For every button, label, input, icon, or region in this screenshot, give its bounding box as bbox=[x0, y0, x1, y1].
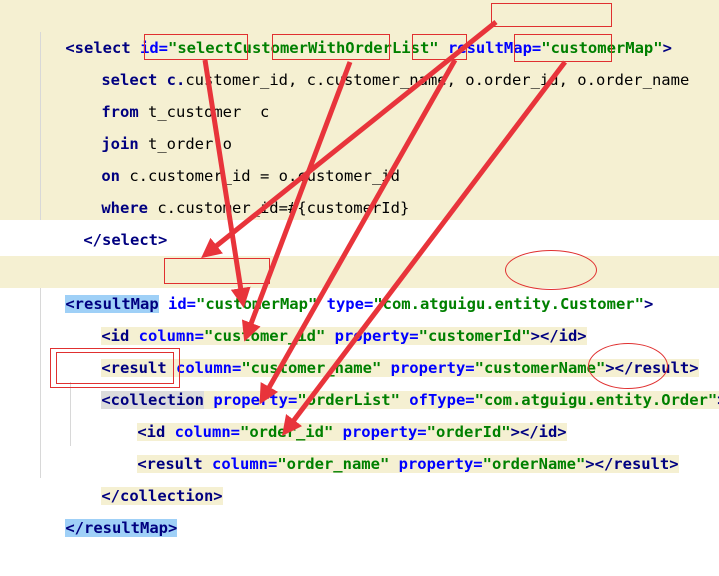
sql-col-order-id: order_id bbox=[483, 71, 559, 89]
code-line-12[interactable]: <id column="order_id" property="orderId"… bbox=[100, 384, 567, 441]
code-line-8[interactable]: <resultMap id="customerMap" type="com.at… bbox=[0, 256, 719, 313]
code-line-7[interactable]: </select> bbox=[46, 192, 167, 249]
annotation-box-order-name bbox=[514, 34, 612, 62]
annotation-box-customer-name bbox=[272, 34, 390, 60]
code-line-9[interactable]: <id column="customer_id" property="custo… bbox=[64, 288, 587, 345]
code-line-15[interactable]: </resultMap> bbox=[28, 480, 178, 537]
select-close-tag: </select> bbox=[83, 231, 168, 249]
code-line-3[interactable]: from t_customer c bbox=[64, 64, 269, 121]
code-line-14[interactable]: </collection> bbox=[64, 448, 223, 505]
annotation-box-order-id bbox=[412, 34, 467, 60]
sql-col-customer-name: customer_name bbox=[325, 71, 447, 89]
annotation-box-resultmap-ref bbox=[491, 3, 612, 27]
annotation-box-collection-inner bbox=[56, 352, 174, 384]
code-line-5[interactable]: on c.customer_id = o.customer_id bbox=[64, 128, 400, 185]
sql-col-order-name: order_name bbox=[595, 71, 690, 89]
annotation-box-resultmap-id bbox=[164, 258, 270, 284]
code-line-4[interactable]: join t_order o bbox=[64, 96, 232, 153]
code-line-13[interactable]: <result column="order_name" property="or… bbox=[100, 416, 679, 473]
annotation-ellipse-customer-type bbox=[505, 250, 597, 290]
resultmap-close-tag: </resultMap> bbox=[65, 519, 178, 537]
annotation-ellipse-order-type bbox=[588, 343, 668, 389]
code-editor[interactable]: <select id="selectCustomerWithOrderList"… bbox=[0, 0, 719, 537]
code-line-6[interactable]: where c.customer_id=#{customerId} bbox=[64, 160, 409, 217]
annotation-box-customer-id bbox=[144, 34, 248, 60]
